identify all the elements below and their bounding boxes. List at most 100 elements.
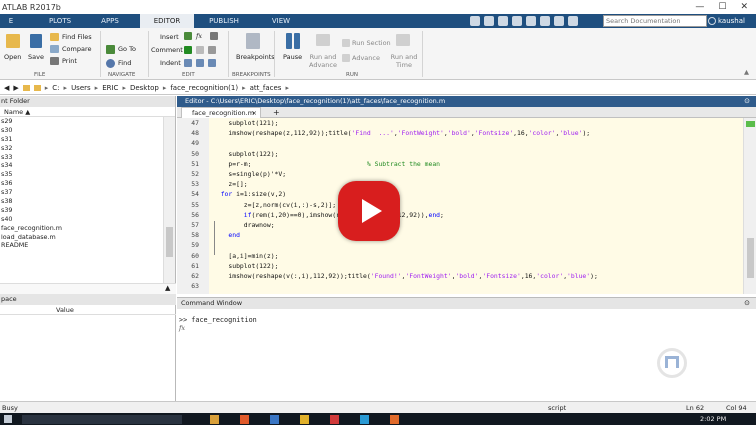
minimize-icon[interactable]: — <box>695 2 704 12</box>
path-part[interactable]: face_recognition(1) <box>170 84 238 92</box>
run-section-button[interactable]: Run Section <box>352 39 391 47</box>
editor-tab-face-recognition[interactable]: face_recognition.m × <box>181 107 261 118</box>
print-button[interactable]: Print <box>62 57 77 65</box>
print-icon[interactable] <box>50 57 59 65</box>
taskbar-app-icon[interactable] <box>210 415 219 424</box>
line-number[interactable]: 63 <box>177 281 199 293</box>
undo-icon[interactable] <box>526 16 536 26</box>
folder-scroll-thumb[interactable] <box>166 227 173 257</box>
browse-icon[interactable] <box>33 84 41 91</box>
tab-apps[interactable]: APPS <box>86 14 134 28</box>
path-part[interactable]: Desktop <box>130 84 159 92</box>
wrap-comments-icon[interactable] <box>208 46 216 54</box>
new-tab-button[interactable]: + <box>273 107 280 118</box>
fx-icon[interactable]: fx <box>196 32 202 40</box>
copy-icon[interactable] <box>498 16 508 26</box>
file-item[interactable]: s32 <box>0 144 175 153</box>
save-button[interactable]: Save <box>28 53 44 61</box>
file-item[interactable]: s30 <box>0 126 175 135</box>
search-icon[interactable] <box>708 17 716 25</box>
run-and-time-button[interactable]: Run and Time <box>390 53 418 69</box>
switch-windows-icon[interactable] <box>554 16 564 26</box>
smart-indent-icon[interactable] <box>184 59 192 67</box>
clock[interactable]: 2:02 PM <box>700 413 726 425</box>
insert-dropdown-icon[interactable] <box>210 32 218 40</box>
find-icon[interactable] <box>106 59 115 68</box>
comment-percent-icon[interactable] <box>184 46 192 54</box>
start-icon[interactable] <box>4 415 12 423</box>
run-section-icon[interactable] <box>342 39 350 47</box>
increase-indent-icon[interactable] <box>196 59 204 67</box>
file-item[interactable]: s39 <box>0 206 175 215</box>
video-play-button[interactable] <box>338 181 400 241</box>
redo-icon[interactable] <box>540 16 550 26</box>
run-and-advance-button[interactable]: Run and Advance <box>308 53 338 69</box>
find-files-button[interactable]: Find Files <box>62 33 92 41</box>
taskbar-matlab-icon[interactable] <box>390 415 399 424</box>
breakpoints-icon[interactable] <box>246 33 260 49</box>
paste-icon[interactable] <box>512 16 522 26</box>
taskbar-app-icon[interactable] <box>240 415 249 424</box>
file-item[interactable]: s34 <box>0 161 175 170</box>
path-part[interactable]: ERIC <box>102 84 118 92</box>
insert-section-icon[interactable] <box>184 32 192 40</box>
file-item[interactable]: s36 <box>0 179 175 188</box>
go-to-button[interactable]: Go To <box>118 45 136 53</box>
value-column-header[interactable]: Value <box>56 305 74 315</box>
back-icon[interactable]: ◀ <box>4 84 9 92</box>
tab-e[interactable]: E <box>0 14 22 28</box>
close-icon[interactable]: ✕ <box>740 2 748 12</box>
go-to-icon[interactable] <box>106 45 115 54</box>
command-window[interactable]: Command Window ⊙ >> face_recognition fx <box>177 297 756 401</box>
help-icon[interactable] <box>568 16 578 26</box>
taskbar-search[interactable] <box>22 415 182 424</box>
indent-button[interactable]: Indent <box>160 59 181 67</box>
taskbar-app-icon[interactable] <box>360 415 369 424</box>
file-item[interactable]: s37 <box>0 188 175 197</box>
code-line[interactable]: 63 <box>177 281 743 293</box>
file-item[interactable]: face_recognition.m <box>0 224 175 233</box>
tab-editor[interactable]: EDITOR <box>140 14 194 28</box>
file-item[interactable]: s38 <box>0 197 175 206</box>
path-part[interactable]: Users <box>71 84 91 92</box>
address-bar[interactable]: ◀ ▶ ▸ C: ▸ Users ▸ ERIC ▸ Desktop ▸ face… <box>0 81 756 95</box>
taskbar-app-icon[interactable] <box>270 415 279 424</box>
details-bar[interactable]: ▲ <box>0 283 176 294</box>
run-and-time-icon[interactable] <box>396 34 410 46</box>
editor-scroll-thumb[interactable] <box>747 238 754 278</box>
insert-button[interactable]: Insert <box>160 33 179 41</box>
function-browser-icon[interactable]: fx <box>179 324 185 332</box>
folder-scrollbar[interactable] <box>163 117 175 283</box>
find-button[interactable]: Find <box>118 59 131 67</box>
maximize-icon[interactable]: ☐ <box>718 2 726 12</box>
forward-icon[interactable]: ▶ <box>13 84 18 92</box>
close-tab-icon[interactable]: × <box>252 108 257 118</box>
taskbar-app-icon[interactable] <box>330 415 339 424</box>
up-folder-icon[interactable] <box>22 84 30 91</box>
file-item[interactable]: s35 <box>0 170 175 179</box>
command-window-menu-icon[interactable]: ⊙ <box>744 298 750 309</box>
save-icon[interactable] <box>30 34 42 48</box>
advance-button[interactable]: Advance <box>352 54 380 62</box>
decrease-indent-icon[interactable] <box>208 59 216 67</box>
compare-button[interactable]: Compare <box>62 45 92 53</box>
file-item[interactable]: s33 <box>0 153 175 162</box>
open-button[interactable]: Open <box>4 53 21 61</box>
user-account[interactable]: kaushal <box>718 14 745 28</box>
pause-icon[interactable] <box>294 33 300 49</box>
cut-icon[interactable] <box>484 16 494 26</box>
file-item[interactable]: README <box>0 241 175 250</box>
save-quick-icon[interactable] <box>470 16 480 26</box>
collapse-ribbon-icon[interactable]: ▲ <box>744 68 749 76</box>
editor-scrollbar[interactable] <box>743 118 756 294</box>
find-files-icon[interactable] <box>50 33 59 41</box>
advance-icon[interactable] <box>342 54 350 62</box>
file-item[interactable]: s31 <box>0 135 175 144</box>
editor-menu-icon[interactable]: ⊙ <box>744 96 750 107</box>
tab-publish[interactable]: PUBLISH <box>198 14 250 28</box>
file-item[interactable]: s29 <box>0 117 175 126</box>
pause-bar-left[interactable] <box>286 33 292 49</box>
code-area[interactable]: 47 subplot(121); 48 imshow(reshape(z,112,… <box>177 118 743 294</box>
uncomment-icon[interactable] <box>196 46 204 54</box>
breakpoints-button[interactable]: Breakpoints <box>236 53 275 61</box>
